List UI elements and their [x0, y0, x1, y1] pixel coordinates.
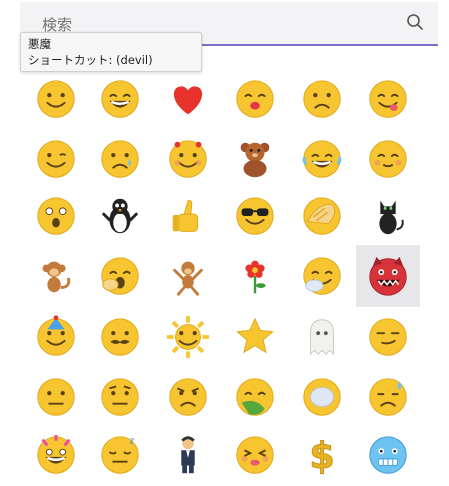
- laugh-icon: [101, 80, 139, 118]
- star-icon: [236, 317, 274, 354]
- emoji-smirk[interactable]: [356, 306, 420, 368]
- emoji-tired-hand[interactable]: [290, 366, 354, 428]
- businessman-icon: [181, 436, 195, 474]
- smile-icon: [37, 80, 75, 118]
- emoji-blushing[interactable]: [356, 128, 420, 190]
- thumbs-up-icon: [172, 200, 199, 232]
- crazy-icon: [37, 434, 75, 474]
- emoji-neutral[interactable]: [24, 366, 88, 428]
- sleepy-icon: z: [101, 436, 139, 474]
- wink-icon: [37, 140, 75, 178]
- dollar-icon: $: [309, 434, 335, 478]
- tooltip-emoji-name: 悪魔: [28, 37, 51, 51]
- monkey-icon: [42, 261, 71, 293]
- angry-icon: [169, 378, 207, 416]
- emoji-ghost[interactable]: [290, 306, 354, 368]
- sick-icon: [236, 378, 274, 416]
- emoji-teddy-bear[interactable]: [223, 128, 287, 190]
- emoji-sad[interactable]: [290, 68, 354, 130]
- emoji-party[interactable]: [24, 306, 88, 368]
- emoji-businessman[interactable]: [156, 424, 220, 486]
- face-palm-icon: [303, 197, 341, 235]
- emoji-star[interactable]: [223, 306, 287, 368]
- svg-text:$: $: [309, 434, 334, 477]
- emoji-sweat[interactable]: [356, 366, 420, 428]
- emoji-thumbs-up[interactable]: [156, 185, 220, 247]
- emoji-sun[interactable]: [156, 306, 220, 368]
- emoji-dollar[interactable]: $: [290, 424, 354, 486]
- crying-icon: [101, 140, 139, 178]
- sad-icon: [303, 80, 341, 118]
- emoji-tongue-out[interactable]: [356, 68, 420, 130]
- sun-icon: [166, 315, 210, 359]
- emoji-laugh-tears[interactable]: [290, 128, 354, 190]
- surprised-icon: [37, 197, 75, 235]
- neutral-icon: [37, 378, 75, 416]
- party-icon: [37, 315, 75, 356]
- emoji-sick[interactable]: [223, 366, 287, 428]
- emoji-mustache[interactable]: [88, 306, 152, 368]
- svg-text:z: z: [130, 437, 135, 447]
- emoji-devil[interactable]: [356, 245, 420, 307]
- laugh-tears-icon: [302, 140, 342, 178]
- heart-icon: [173, 86, 203, 115]
- emoji-tooltip: 悪魔 ショートカット: (devil): [20, 32, 202, 72]
- kiss-icon: [236, 80, 274, 118]
- sweat-icon: [369, 378, 407, 416]
- emoji-monkey[interactable]: [24, 245, 88, 307]
- smirk-icon: [369, 318, 407, 356]
- teddy-bear-icon: [240, 142, 270, 178]
- flower-icon: [245, 260, 266, 294]
- tongue-out-icon: [369, 80, 407, 118]
- cat-icon: [379, 200, 404, 235]
- search-icon[interactable]: [406, 13, 424, 35]
- raised-eyebrow-icon: [101, 378, 139, 416]
- blush-icon: [169, 140, 207, 178]
- drunk-icon: [236, 436, 274, 474]
- frozen-icon: [369, 436, 407, 474]
- emoji-heart[interactable]: [156, 68, 220, 130]
- yawning-hand-icon: [303, 257, 341, 295]
- devil-icon: [369, 256, 407, 296]
- emoji-blush[interactable]: [156, 128, 220, 190]
- tired-hand-icon: [303, 378, 341, 416]
- emoji-crazy[interactable]: [24, 424, 88, 486]
- tooltip-shortcut: ショートカット: (devil): [28, 53, 153, 67]
- emoji-crying[interactable]: [88, 128, 152, 190]
- emoji-wink[interactable]: [24, 128, 88, 190]
- emoji-kiss[interactable]: [223, 68, 287, 130]
- emoji-face-palm[interactable]: [290, 185, 354, 247]
- blushing-icon: [369, 140, 407, 178]
- penguin-icon: [102, 198, 138, 234]
- emoji-drunk[interactable]: [223, 424, 287, 486]
- emoji-angry[interactable]: [156, 366, 220, 428]
- emoji-yawning-hand[interactable]: [290, 245, 354, 307]
- emoji-cool-sunglasses[interactable]: [223, 185, 287, 247]
- emoji-flower[interactable]: [223, 245, 287, 307]
- emoji-sleepy[interactable]: z: [88, 424, 152, 486]
- emoji-cat[interactable]: [356, 185, 420, 247]
- ghost-icon: [310, 319, 334, 356]
- emoji-dancing-monkey[interactable]: [156, 245, 220, 307]
- emoji-penguin[interactable]: [88, 185, 152, 247]
- mustache-icon: [101, 318, 139, 356]
- dancing-monkey-icon: [173, 261, 203, 296]
- emoji-laugh[interactable]: [88, 68, 152, 130]
- emoji-yawn[interactable]: [88, 245, 152, 307]
- cool-sunglasses-icon: [236, 197, 274, 235]
- emoji-raised-eyebrow[interactable]: [88, 366, 152, 428]
- emoji-frozen[interactable]: [356, 424, 420, 486]
- emoji-smile[interactable]: [24, 68, 88, 130]
- yawn-icon: [101, 257, 139, 295]
- emoji-surprised[interactable]: [24, 185, 88, 247]
